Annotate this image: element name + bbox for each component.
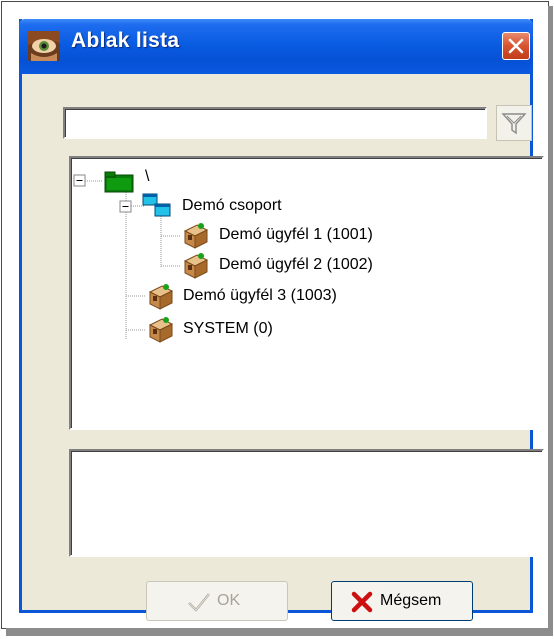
cancel-button[interactable]: Mégsem (331, 581, 473, 621)
tree-node-group[interactable]: Demó csoport (182, 196, 282, 215)
filter-button[interactable] (496, 105, 532, 141)
filter-funnel-icon (501, 113, 527, 135)
tree-node-client-1[interactable]: Demó ügyfél 1 (1001) (219, 225, 373, 244)
client-computer-icon (148, 284, 174, 310)
cancel-button-label: Mégsem (380, 592, 442, 609)
ablak-lista-dialog: Ablak lista \ Demó csoport Demó ügyfél 1… (19, 19, 544, 621)
eye-app-icon (28, 31, 60, 61)
title-bar[interactable]: Ablak lista (19, 19, 533, 74)
tree-node-client-2[interactable]: Demó ügyfél 2 (1002) (219, 255, 373, 274)
tree-node-system[interactable]: SYSTEM (0) (183, 319, 273, 338)
details-panel (69, 449, 544, 557)
ok-button-label: OK (217, 592, 241, 609)
window-title: Ablak lista (71, 29, 180, 52)
page-shadow-bottom (6, 628, 553, 636)
close-icon (508, 38, 524, 54)
checkmark-icon (188, 593, 210, 612)
client-computer-icon (148, 317, 174, 343)
search-input[interactable] (63, 107, 487, 139)
green-folder-icon (104, 171, 134, 193)
windows-group-icon (142, 193, 171, 217)
collapse-box-group (119, 200, 132, 213)
tree-node-root[interactable]: \ (145, 167, 149, 186)
window-tree[interactable]: \ Demó csoport Demó ügyfél 1 (1001) Demó… (69, 156, 544, 430)
tree-node-client-3[interactable]: Demó ügyfél 3 (1003) (183, 286, 337, 305)
close-button[interactable] (502, 32, 530, 60)
client-computer-icon (183, 253, 209, 279)
ok-button[interactable]: OK (146, 581, 288, 621)
page-shadow-right (548, 6, 553, 634)
client-computer-icon (183, 223, 209, 249)
collapse-box-root (73, 174, 86, 187)
red-x-icon (351, 591, 373, 613)
